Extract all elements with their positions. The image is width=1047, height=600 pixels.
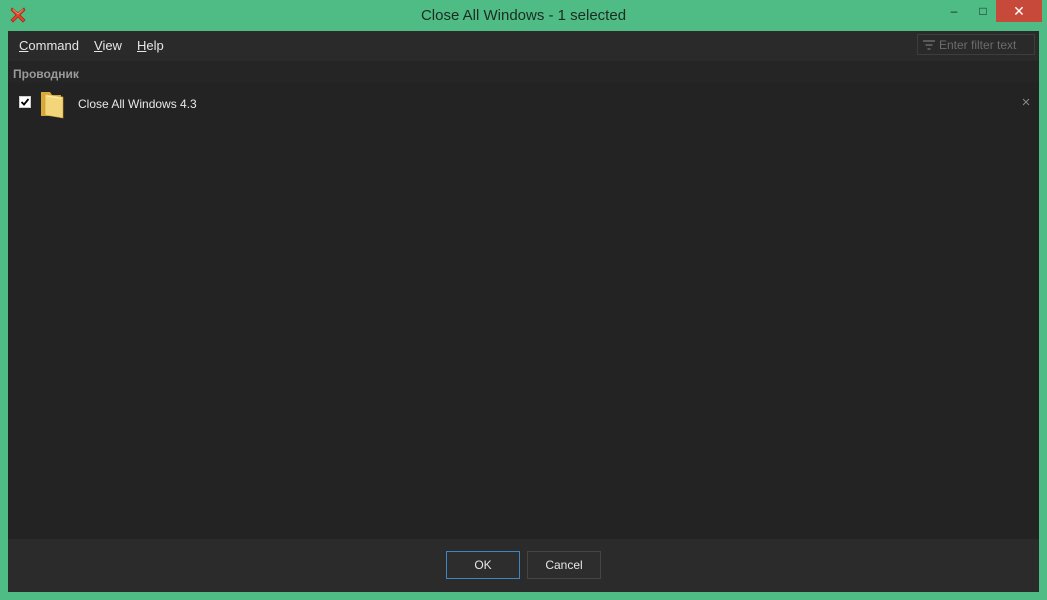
close-window-button[interactable]: ✕ xyxy=(996,0,1042,22)
filter-box[interactable] xyxy=(917,34,1035,55)
cancel-button[interactable]: Cancel xyxy=(527,551,601,579)
group-header: Проводник xyxy=(13,67,79,81)
menu-bar: Command View Help xyxy=(8,31,1039,61)
ok-button[interactable]: OK xyxy=(446,551,520,579)
item-label: Close All Windows 4.3 xyxy=(78,97,197,111)
remove-item-icon[interactable] xyxy=(1020,96,1032,108)
minimize-icon: – xyxy=(950,4,958,18)
filter-icon xyxy=(923,39,935,50)
checkmark-icon xyxy=(20,98,30,106)
menu-view[interactable]: View xyxy=(94,38,122,53)
window-title: Close All Windows - 1 selected xyxy=(420,7,627,24)
client-area: Command View Help Проводник xyxy=(8,31,1039,592)
filter-input[interactable] xyxy=(939,37,1034,52)
dialog-footer: OK Cancel xyxy=(8,539,1039,592)
menu-command[interactable]: Command xyxy=(19,38,79,53)
maximize-button[interactable]: □ xyxy=(966,0,1000,22)
list-item[interactable]: Close All Windows 4.3 xyxy=(8,83,1039,121)
close-icon: ✕ xyxy=(1013,2,1025,19)
title-bar[interactable]: Close All Windows - 1 selected – □ ✕ xyxy=(0,0,1047,31)
item-checkbox[interactable] xyxy=(19,96,31,108)
window-list: Close All Windows 4.3 xyxy=(8,83,1039,539)
app-window: Close All Windows - 1 selected – □ ✕ Com… xyxy=(0,0,1047,600)
folder-icon xyxy=(41,92,64,119)
maximize-icon: □ xyxy=(979,4,987,18)
menu-help[interactable]: Help xyxy=(137,38,164,53)
